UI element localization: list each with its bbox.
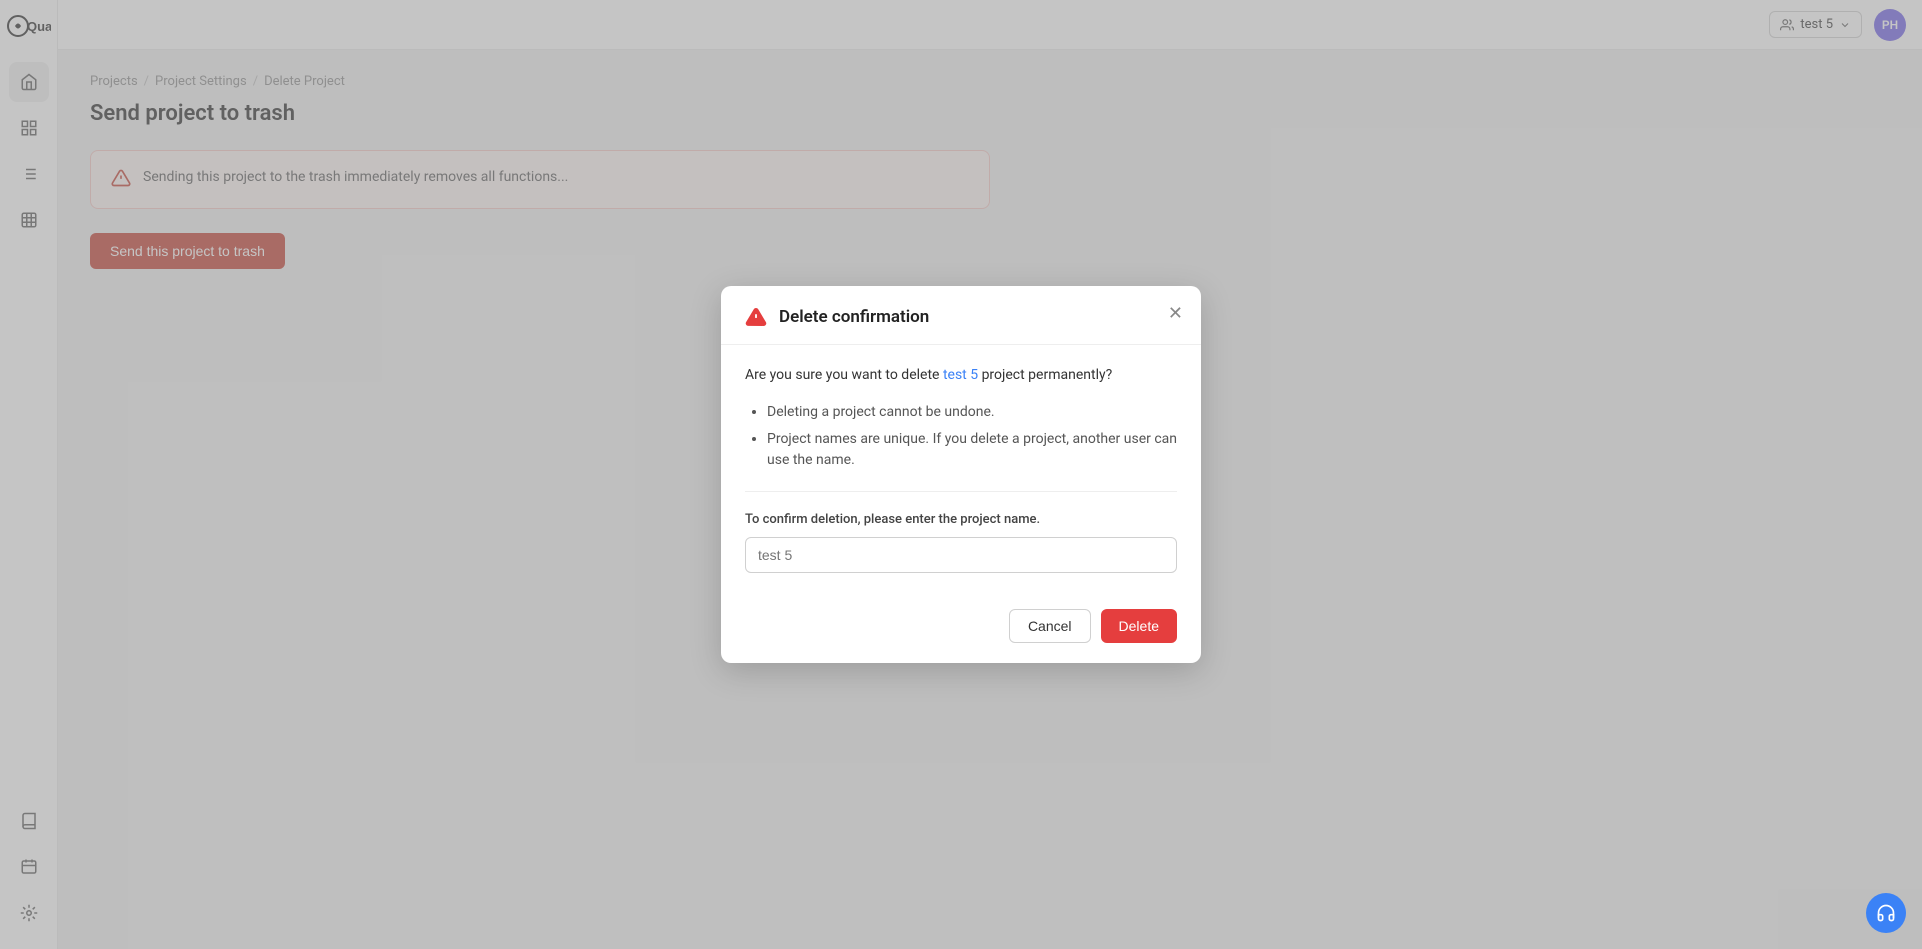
modal-bullet-2: Project names are unique. If you delete … <box>767 429 1177 471</box>
modal-question-suffix: project permanently? <box>978 367 1112 383</box>
modal-confirm-label: To confirm deletion, please enter the pr… <box>745 512 1177 527</box>
modal-bullets: Deleting a project cannot be undone. Pro… <box>745 402 1177 471</box>
support-button[interactable] <box>1866 893 1906 933</box>
modal-close-button[interactable]: ✕ <box>1168 304 1183 322</box>
modal-footer: Cancel Delete <box>721 593 1201 663</box>
modal-title: Delete confirmation <box>779 307 929 327</box>
modal-project-name-link[interactable]: test 5 <box>943 367 978 383</box>
modal-body: Are you sure you want to delete test 5 p… <box>721 345 1201 593</box>
modal-bullet-1: Deleting a project cannot be undone. <box>767 402 1177 423</box>
modal-project-name-input[interactable] <box>745 537 1177 573</box>
modal-backdrop: Delete confirmation ✕ Are you sure you w… <box>0 0 1922 949</box>
modal-warning-icon <box>745 306 767 328</box>
modal-divider <box>745 491 1177 492</box>
cancel-button[interactable]: Cancel <box>1009 609 1091 643</box>
modal-question: Are you sure you want to delete test 5 p… <box>745 365 1177 386</box>
modal-question-prefix: Are you sure you want to delete <box>745 367 943 383</box>
delete-confirmation-modal: Delete confirmation ✕ Are you sure you w… <box>721 286 1201 663</box>
delete-button[interactable]: Delete <box>1101 609 1177 643</box>
headset-icon <box>1876 903 1896 923</box>
modal-header: Delete confirmation ✕ <box>721 286 1201 345</box>
